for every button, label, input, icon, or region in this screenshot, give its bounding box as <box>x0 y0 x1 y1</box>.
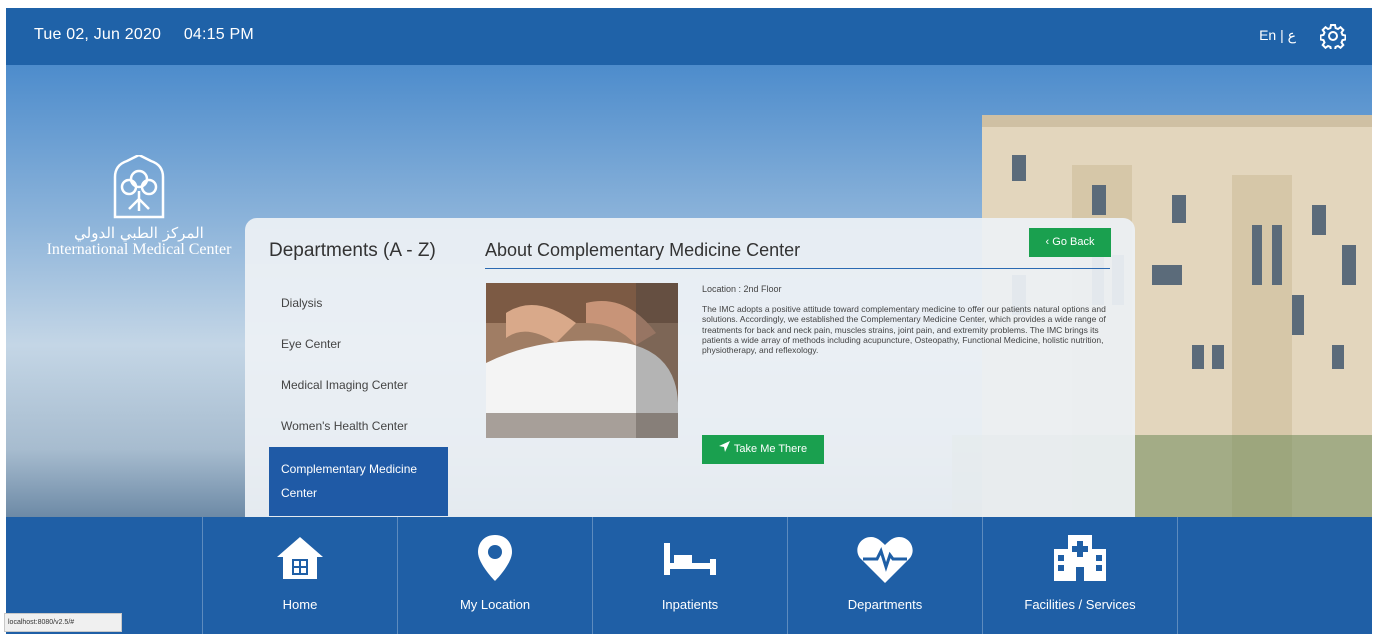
hospital-building-icon <box>1054 535 1106 581</box>
department-panel: Departments (A - Z) Dialysis Eye Center … <box>245 218 1135 517</box>
date-time: Tue 02, Jun 2020 04:15 PM <box>34 26 272 44</box>
title-divider <box>485 268 1110 269</box>
bed-icon <box>664 543 716 575</box>
take-me-there-label: Take Me There <box>733 443 808 455</box>
nav-my-location-label: My Location <box>459 597 531 612</box>
department-item-medical-imaging[interactable]: Medical Imaging Center <box>269 365 448 406</box>
gear-icon[interactable] <box>1319 23 1347 51</box>
department-item-womens-health[interactable]: Women's Health Center <box>269 406 448 447</box>
departments-heading: Departments (A - Z) <box>269 240 436 261</box>
about-title: About Complementary Medicine Center <box>485 240 801 260</box>
heartbeat-icon <box>857 537 913 583</box>
nav-home-label: Home <box>282 597 318 612</box>
bottom-nav: Home My Location Inpatients Departments … <box>6 517 1372 634</box>
nav-empty-slot <box>1177 517 1372 634</box>
take-me-there-button[interactable]: Take Me There <box>702 435 824 464</box>
imc-logo: المركز الطبي الدولي International Medica… <box>34 155 244 259</box>
time-text: 04:15 PM <box>183 26 254 43</box>
nav-inpatients-label: Inpatients <box>661 597 719 612</box>
kiosk-screen: Tue 02, Jun 2020 04:15 PM En | ع المركز … <box>6 8 1372 634</box>
nav-facilities-services[interactable]: Facilities / Services <box>982 517 1177 634</box>
tree-logo-icon <box>113 155 165 219</box>
nav-my-location[interactable]: My Location <box>397 517 592 634</box>
nav-facilities-label: Facilities / Services <box>1024 597 1136 612</box>
browser-status-url: localhost:8080/v2.5/# <box>4 613 122 632</box>
department-item-eye-center[interactable]: Eye Center <box>269 324 448 365</box>
navigation-arrow-icon <box>718 435 730 464</box>
nav-home[interactable]: Home <box>202 517 397 634</box>
location-pin-icon <box>478 535 512 581</box>
nav-departments[interactable]: Departments <box>787 517 982 634</box>
logo-arabic-text: المركز الطبي الدولي <box>74 224 204 242</box>
nav-departments-label: Departments <box>847 597 923 612</box>
location-text: Location : 2nd Floor <box>702 284 782 294</box>
department-item-dialysis[interactable]: Dialysis <box>269 283 448 324</box>
department-description: The IMC adopts a positive attitude towar… <box>702 304 1106 356</box>
home-icon <box>277 537 323 579</box>
go-back-button[interactable]: ‹ Go Back <box>1029 228 1111 257</box>
therapy-photo <box>486 283 678 438</box>
date-text: Tue 02, Jun 2020 <box>34 26 162 43</box>
go-back-label: Go Back <box>1052 236 1095 248</box>
hero-background: المركز الطبي الدولي International Medica… <box>6 65 1372 517</box>
logo-english-text: International Medical Center <box>46 241 232 258</box>
language-switch[interactable]: En | ع <box>1259 27 1296 44</box>
department-item-complementary-medicine[interactable]: Complementary Medicine Center <box>269 447 448 516</box>
top-bar: Tue 02, Jun 2020 04:15 PM En | ع <box>6 8 1372 65</box>
department-list: Dialysis Eye Center Medical Imaging Cent… <box>269 283 448 516</box>
nav-inpatients[interactable]: Inpatients <box>592 517 787 634</box>
